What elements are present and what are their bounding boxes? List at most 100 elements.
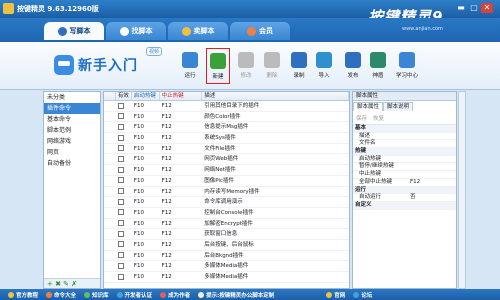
column-header[interactable]: 中止热键: [160, 92, 203, 100]
enabled-checkbox[interactable]: [117, 198, 124, 205]
close-icon[interactable]: ✕: [481, 3, 493, 13]
start-hotkey: F10: [133, 167, 144, 174]
property-row[interactable]: 文件名: [353, 140, 456, 149]
enabled-checkbox[interactable]: [117, 134, 124, 141]
tab-find-script[interactable]: 找脚本: [106, 22, 166, 40]
property-section[interactable]: 自定义: [353, 201, 456, 210]
column-header[interactable]: 启动热键: [132, 92, 160, 100]
toolbar-button-0[interactable]: 运行: [178, 48, 202, 84]
toolbar-button-4[interactable]: 录制: [287, 48, 311, 84]
property-row[interactable]: 自动运行 否: [353, 194, 456, 202]
stop-hotkey: F12: [161, 167, 172, 174]
status-link[interactable]: 开发者认证: [116, 291, 152, 299]
start-hotkey: F10: [133, 188, 144, 195]
tab-script-description[interactable]: 脚本说明: [383, 102, 414, 111]
status-link[interactable]: 命令大全: [46, 291, 76, 299]
table-row[interactable]: F10 F12 后台按键、后台鼠标: [104, 240, 349, 251]
category-item[interactable]: 脚本范例: [44, 125, 100, 136]
table-row[interactable]: F10 F12 多媒体Media插件: [104, 261, 349, 272]
status-link[interactable]: 论坛: [353, 291, 372, 299]
status-link[interactable]: 官网: [326, 291, 345, 299]
property-row[interactable]: 中止热键: [353, 171, 456, 179]
enabled-checkbox[interactable]: [117, 230, 124, 237]
restore-button[interactable]: 恢复: [373, 114, 384, 122]
property-row[interactable]: 暂停/继续热键: [353, 163, 456, 172]
enabled-checkbox[interactable]: [117, 145, 124, 152]
tab-write-script[interactable]: 写脚本: [44, 22, 104, 40]
category-item[interactable]: 网页: [44, 147, 100, 158]
enabled-checkbox[interactable]: [117, 188, 124, 194]
table-row[interactable]: F10 F12 系统Sys插件: [104, 133, 349, 144]
toolbar-button-3[interactable]: 删除: [260, 48, 284, 84]
sell-tab-icon: [181, 26, 191, 36]
table-row[interactable]: F10 F12 控制台Console插件: [104, 208, 349, 219]
script-description: 系统Sys插件: [204, 135, 236, 142]
enabled-checkbox[interactable]: [117, 166, 124, 173]
property-section[interactable]: 基本: [353, 125, 456, 133]
table-row[interactable]: F10 F12 颜色Color插件: [104, 112, 349, 123]
properties-scrollbar[interactable]: [458, 91, 466, 289]
enabled-checkbox[interactable]: [117, 209, 124, 216]
toolbar-button-2[interactable]: 修改: [234, 48, 258, 84]
column-header[interactable]: 描述: [202, 92, 349, 100]
maximize-icon[interactable]: ▢: [468, 3, 480, 13]
table-row[interactable]: F10 F12 获取窗口信息: [104, 229, 349, 240]
table-row[interactable]: F10 F12 文件File插件: [104, 144, 349, 155]
table-row[interactable]: F10 F12 图像Pic插件: [104, 176, 349, 187]
property-value: [408, 140, 410, 147]
table-row[interactable]: F10 F12 后台Bkgnd插件: [104, 251, 349, 262]
enabled-checkbox[interactable]: [117, 155, 124, 162]
enabled-checkbox[interactable]: [117, 252, 124, 259]
enabled-cell: [116, 101, 132, 111]
enabled-cell: [116, 154, 132, 164]
column-header[interactable]: 有效: [116, 92, 132, 100]
enabled-checkbox[interactable]: [117, 102, 124, 109]
toolbar-button-8[interactable]: 学习中心: [393, 48, 421, 84]
enabled-checkbox[interactable]: [117, 241, 124, 248]
enabled-checkbox[interactable]: [117, 123, 124, 130]
table-row[interactable]: F10 F12 命令库调用演示: [104, 197, 349, 208]
beginner-guide-banner[interactable]: 新手入门 视频: [54, 47, 164, 83]
toolbar-button-7[interactable]: 神盾: [366, 48, 390, 84]
category-item[interactable]: 基本命令: [44, 114, 100, 125]
category-item[interactable]: 自动备份: [44, 158, 100, 169]
category-actions[interactable]: + ✖ ✎ ✗: [44, 278, 100, 288]
toolbar-button-1[interactable]: 新建: [206, 48, 230, 84]
enabled-checkbox[interactable]: [117, 273, 124, 280]
table-row[interactable]: F10 F12 网络Net插件: [104, 165, 349, 176]
toolbar-button-5[interactable]: 导入: [312, 48, 336, 84]
status-link[interactable]: 官方教程: [8, 291, 38, 299]
script-description: 文件File插件: [204, 145, 236, 152]
column-header[interactable]: [104, 92, 116, 100]
table-row[interactable]: F10 F12 信息提示Msg插件: [104, 122, 349, 134]
table-row[interactable]: F10 F12 加解密Encrypt插件: [104, 219, 349, 230]
publish-icon: [345, 52, 361, 68]
table-row[interactable]: F10 F12 多媒体Media插件: [104, 272, 349, 283]
category-item[interactable]: 未分类: [44, 92, 100, 103]
tab-member[interactable]: 会员: [230, 22, 290, 40]
status-link[interactable]: 提示:按键精灵办公脚本定制: [198, 291, 274, 299]
toolbar-button-6[interactable]: 发布: [341, 48, 365, 84]
status-link[interactable]: 知识库: [84, 291, 109, 299]
enabled-checkbox[interactable]: [117, 262, 124, 269]
category-item[interactable]: 网络游戏: [44, 136, 100, 147]
enabled-checkbox[interactable]: [117, 220, 124, 227]
tab-sell-script[interactable]: 卖脚本: [168, 22, 228, 40]
enabled-checkbox[interactable]: [117, 113, 124, 120]
minimize-icon[interactable]: ▬: [455, 3, 467, 13]
row-cell: [104, 187, 116, 197]
tab-script-properties[interactable]: 脚本属性: [353, 102, 384, 111]
table-row[interactable]: F10 F12 内存读写Memory插件: [104, 187, 349, 198]
row-cell: [104, 122, 116, 132]
status-link[interactable]: 成为作者: [160, 291, 190, 299]
start-hotkey: F10: [133, 274, 144, 280]
enabled-checkbox[interactable]: [117, 177, 124, 184]
property-row[interactable]: 全部中止热键 F12: [353, 179, 456, 187]
property-section[interactable]: 热键: [353, 148, 456, 156]
table-row[interactable]: F10 F12 引用其他目录下的插件: [104, 101, 349, 112]
property-key: 中止热键: [359, 171, 382, 178]
save-button[interactable]: 保存: [356, 114, 367, 122]
category-item[interactable]: 插件命令: [44, 103, 100, 114]
table-row[interactable]: F10 F12 网页Web插件: [104, 154, 349, 166]
status-label: 成为作者: [168, 292, 191, 299]
